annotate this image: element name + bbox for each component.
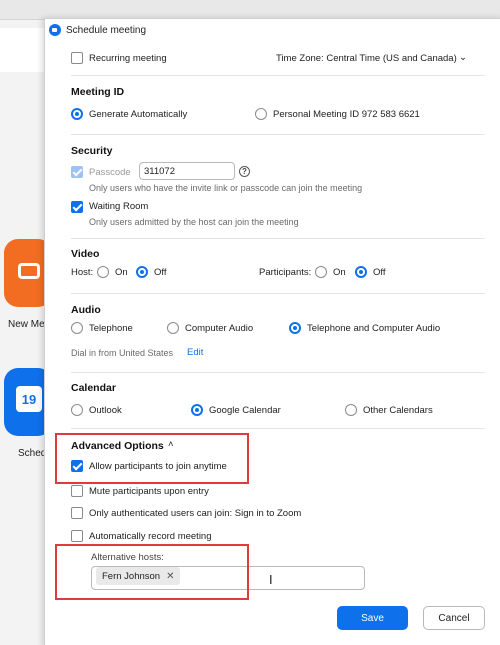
video-title: Video — [71, 248, 100, 260]
other-calendars-label: Other Calendars — [363, 405, 433, 416]
google-calendar-label: Google Calendar — [209, 405, 281, 416]
divider — [71, 75, 485, 76]
highlight-box-advanced — [55, 433, 249, 484]
divider — [71, 238, 485, 239]
chevron-down-icon[interactable]: ⌄ — [459, 52, 467, 63]
calendar-title: Calendar — [71, 382, 116, 394]
telephone-label: Telephone — [89, 323, 133, 334]
video-host-label: Host: — [71, 267, 94, 278]
text-cursor-icon: I — [269, 572, 273, 587]
auto-record-checkbox[interactable] — [71, 530, 83, 542]
timezone-select[interactable]: Time Zone: Central Time (US and Canada) — [276, 53, 457, 64]
security-title: Security — [71, 145, 113, 157]
divider — [71, 293, 485, 294]
video-participants-label: Participants: — [259, 267, 312, 278]
meeting-id-title: Meeting ID — [71, 86, 125, 98]
computer-audio-radio[interactable] — [167, 322, 179, 334]
calendar-icon: 19 — [16, 386, 42, 412]
passcode-hint: Only users who have the invite link or p… — [89, 183, 363, 193]
new-meeting-label: New Me — [8, 319, 45, 330]
waiting-room-label: Waiting Room — [89, 201, 149, 212]
video-camera-icon — [18, 263, 40, 279]
recurring-checkbox[interactable] — [71, 52, 83, 64]
generate-automatically-radio[interactable] — [71, 108, 83, 120]
outlook-radio[interactable] — [71, 404, 83, 416]
cancel-button[interactable]: Cancel — [423, 606, 485, 630]
passcode-label: Passcode — [89, 167, 131, 178]
mute-on-entry-label: Mute participants upon entry — [89, 486, 209, 497]
save-button[interactable]: Save — [337, 606, 408, 630]
host-video-off-radio[interactable] — [136, 266, 148, 278]
host-video-off-label: Off — [154, 267, 167, 278]
zoom-logo-icon — [49, 24, 61, 36]
computer-audio-label: Computer Audio — [185, 323, 254, 334]
auto-record-label: Automatically record meeting — [89, 531, 212, 542]
dial-in-text: Dial in from United States — [71, 348, 174, 358]
participants-video-off-label: Off — [373, 267, 386, 278]
telephone-radio[interactable] — [71, 322, 83, 334]
dialog-title: Schedule meeting — [66, 24, 147, 36]
host-video-on-label: On — [115, 267, 128, 278]
dialog-titlebar: Schedule meeting — [45, 19, 500, 41]
participants-video-on-radio[interactable] — [315, 266, 327, 278]
divider — [71, 134, 485, 135]
help-icon[interactable]: ? — [239, 166, 250, 177]
waiting-room-hint: Only users admitted by the host can join… — [89, 217, 299, 227]
divider — [71, 372, 485, 373]
passcode-input[interactable]: 311072 — [139, 162, 235, 180]
mute-on-entry-checkbox[interactable] — [71, 485, 83, 497]
highlight-box-alt-hosts — [55, 544, 249, 600]
audio-title: Audio — [71, 304, 101, 316]
participants-video-on-label: On — [333, 267, 346, 278]
background-toolbar — [0, 0, 500, 20]
waiting-room-checkbox[interactable] — [71, 201, 83, 213]
divider — [71, 428, 485, 429]
personal-meeting-id-label: Personal Meeting ID 972 583 6621 — [273, 109, 420, 120]
host-video-on-radio[interactable] — [97, 266, 109, 278]
participants-video-off-radio[interactable] — [355, 266, 367, 278]
other-calendars-radio[interactable] — [345, 404, 357, 416]
telephone-and-computer-audio-label: Telephone and Computer Audio — [307, 323, 441, 334]
authenticated-users-label: Only authenticated users can join: Sign … — [89, 508, 302, 519]
authenticated-users-checkbox[interactable] — [71, 507, 83, 519]
telephone-and-computer-audio-radio[interactable] — [289, 322, 301, 334]
outlook-label: Outlook — [89, 405, 122, 416]
recurring-label: Recurring meeting — [89, 53, 167, 64]
passcode-checkbox[interactable] — [71, 166, 83, 178]
dial-in-edit-link[interactable]: Edit — [187, 347, 203, 358]
schedule-label: Sched — [18, 448, 47, 459]
personal-meeting-id-radio[interactable] — [255, 108, 267, 120]
google-calendar-radio[interactable] — [191, 404, 203, 416]
generate-automatically-label: Generate Automatically — [89, 109, 188, 120]
